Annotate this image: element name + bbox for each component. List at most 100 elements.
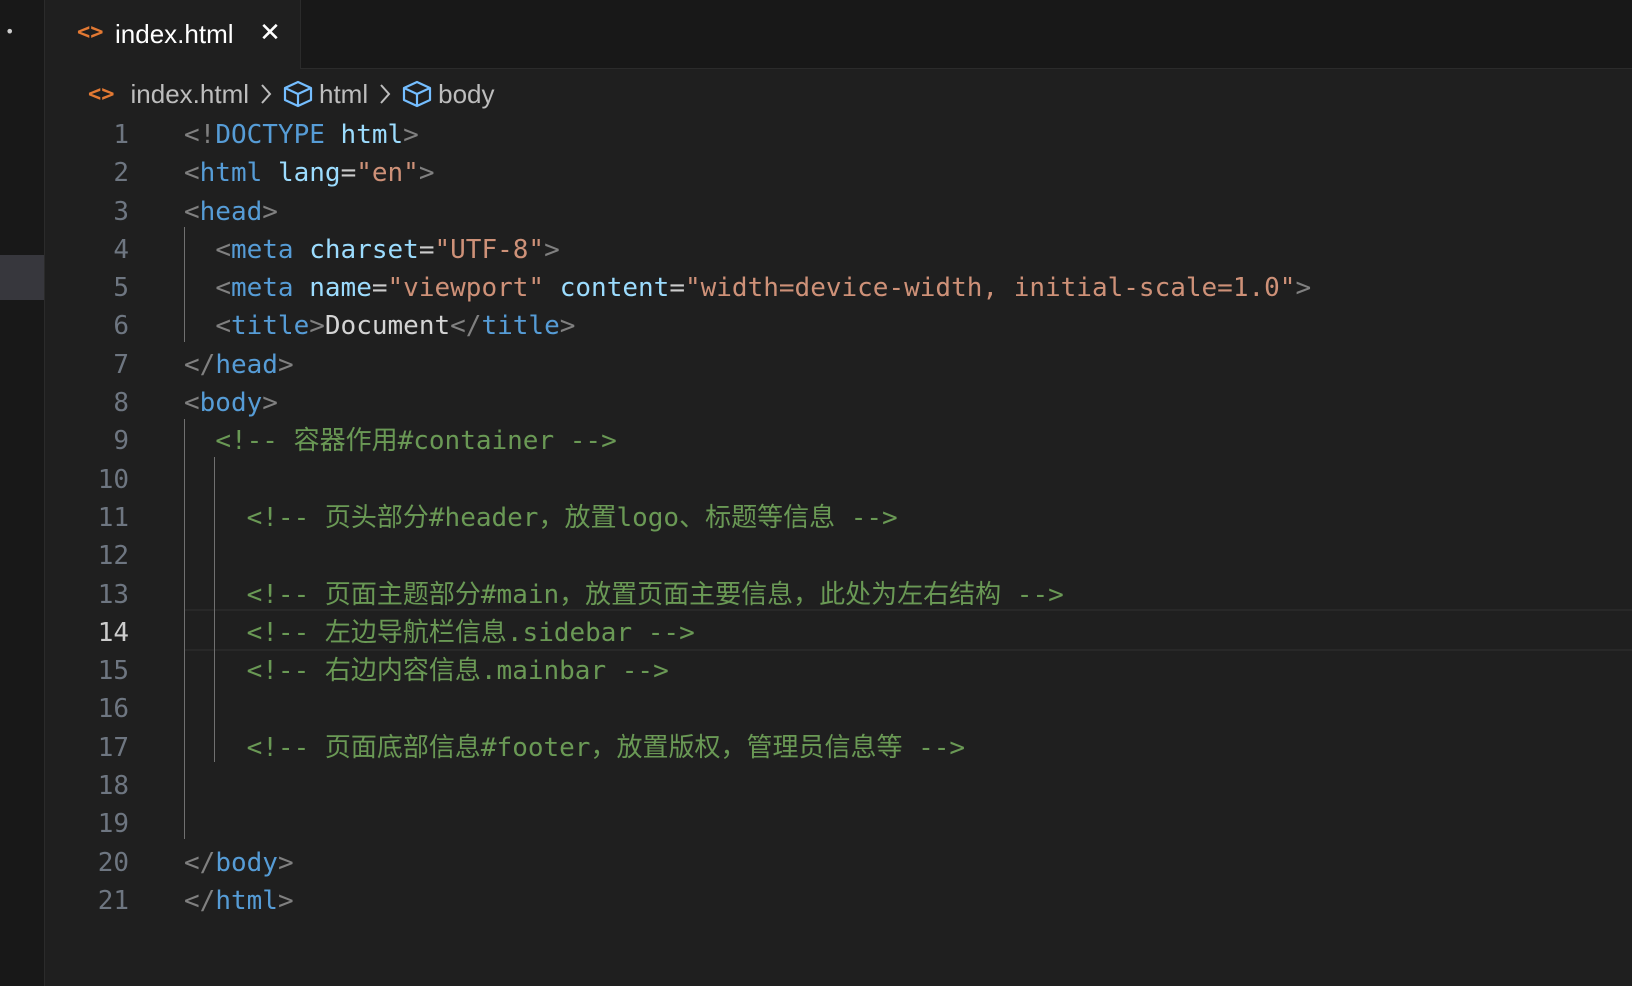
code-line[interactable]: 10 bbox=[45, 461, 1632, 499]
code-line[interactable]: 16 bbox=[45, 690, 1632, 728]
code-token: > bbox=[262, 196, 278, 227]
code-line[interactable]: 18 bbox=[45, 767, 1632, 805]
code-token: > bbox=[559, 311, 576, 342]
code-token: > bbox=[403, 120, 419, 150]
breadcrumb: <> index.html html body bbox=[88, 76, 1632, 112]
code-token: head bbox=[215, 349, 278, 380]
breadcrumb-file-label: index.html bbox=[130, 78, 250, 109]
dot-icon[interactable]: • bbox=[5, 24, 14, 40]
tab-label: index.html bbox=[115, 19, 234, 49]
code-token: "viewport" bbox=[387, 273, 545, 304]
tab-index-html[interactable]: <> index.html ✕ bbox=[45, 0, 301, 69]
code-token: charset bbox=[309, 234, 419, 265]
code-token: > bbox=[1295, 273, 1312, 304]
code-text: <head> bbox=[184, 193, 278, 231]
code-line[interactable]: 5 <meta name="viewport" content="width=d… bbox=[45, 269, 1632, 307]
code-line[interactable]: 14 <!-- 左边导航栏信息.sidebar --> bbox=[45, 614, 1632, 652]
code-token: < bbox=[215, 311, 231, 342]
code-token: title bbox=[230, 311, 310, 342]
code-text: <html lang="en"> bbox=[184, 154, 435, 192]
code-line[interactable]: 19 bbox=[45, 805, 1632, 843]
code-text: <!-- 右边内容信息.mainbar --> bbox=[184, 652, 669, 690]
cube-icon bbox=[402, 80, 432, 108]
code-line[interactable]: 4 <meta charset="UTF-8"> bbox=[45, 231, 1632, 269]
line-number: 12 bbox=[97, 541, 129, 572]
code-token: "UTF-8" bbox=[434, 234, 545, 265]
code-token: <!-- 页头部分#header，放置logo、标题等信息 --> bbox=[246, 502, 898, 533]
code-line[interactable]: 17 <!-- 页面底部信息#footer，放置版权，管理员信息等 --> bbox=[45, 729, 1632, 767]
close-icon[interactable]: ✕ bbox=[257, 16, 283, 50]
code-line[interactable]: 8 <body> bbox=[45, 384, 1632, 422]
line-number: 18 bbox=[97, 771, 129, 802]
code-token: meta bbox=[230, 234, 294, 265]
code-token: > bbox=[277, 847, 294, 878]
line-number: 13 bbox=[97, 579, 129, 610]
line-number: 10 bbox=[97, 464, 129, 495]
code-text: </html> bbox=[184, 882, 294, 920]
code-line[interactable]: 2 <html lang="en"> bbox=[45, 154, 1632, 192]
code-token: title bbox=[481, 311, 560, 342]
code-token: <! bbox=[184, 120, 216, 150]
line-number: 2 bbox=[113, 158, 129, 189]
code-token: head bbox=[199, 196, 263, 227]
code-line[interactable]: 15 <!-- 右边内容信息.mainbar --> bbox=[45, 652, 1632, 690]
code-token: </ bbox=[184, 885, 216, 916]
code-line[interactable]: 3 <head> bbox=[45, 193, 1632, 231]
code-line[interactable]: 9 <!-- 容器作用#container --> bbox=[45, 422, 1632, 460]
code-token: > bbox=[309, 311, 325, 342]
code-text: <!-- 页面主题部分#main，放置页面主要信息，此处为左右结构 --> bbox=[184, 576, 1064, 614]
code-token: > bbox=[277, 885, 294, 916]
code-text: <meta name="viewport" content="width=dev… bbox=[184, 269, 1311, 307]
line-number: 9 bbox=[113, 426, 129, 457]
code-line[interactable]: 13 <!-- 页面主题部分#main，放置页面主要信息，此处为左右结构 --> bbox=[45, 576, 1632, 614]
breadcrumb-item-body[interactable]: body bbox=[402, 78, 495, 110]
breadcrumb-item-label: body bbox=[438, 78, 495, 109]
code-text: <!-- 左边导航栏信息.sidebar --> bbox=[184, 614, 695, 652]
code-line[interactable]: 12 bbox=[45, 537, 1632, 575]
code-text: </head> bbox=[184, 346, 294, 384]
breadcrumb-file[interactable]: <> index.html bbox=[88, 79, 249, 110]
activity-active-indicator[interactable] bbox=[0, 255, 44, 300]
code-token: "width=device-width, initial-scale=1.0" bbox=[684, 273, 1296, 304]
line-number: 15 bbox=[97, 656, 129, 687]
line-number: 4 bbox=[113, 234, 129, 265]
code-token: < bbox=[215, 273, 231, 304]
activity-bar: • bbox=[0, 0, 45, 986]
code-token: html bbox=[215, 885, 278, 916]
code-token: > bbox=[418, 158, 435, 189]
code-line[interactable]: 21 </html> bbox=[45, 882, 1632, 920]
code-line[interactable]: 20 </body> bbox=[45, 844, 1632, 882]
code-line[interactable]: 7 </head> bbox=[45, 346, 1632, 384]
code-line[interactable]: 11 <!-- 页头部分#header，放置logo、标题等信息 --> bbox=[45, 499, 1632, 537]
line-number: 1 bbox=[113, 120, 129, 150]
code-token: < bbox=[215, 234, 231, 265]
line-number: 8 bbox=[113, 388, 129, 419]
code-token: < bbox=[184, 388, 200, 419]
breadcrumb-item-html[interactable]: html bbox=[283, 79, 368, 110]
code-token: = bbox=[418, 234, 435, 265]
code-text: <body> bbox=[184, 384, 278, 422]
code-token: <!-- 左边导航栏信息.sidebar --> bbox=[246, 617, 695, 648]
code-editor[interactable]: 1 <!DOCTYPE html> 2 <html lang="en"> 3 <head>… bbox=[45, 116, 1632, 920]
code-token: < bbox=[184, 196, 200, 227]
code-token: < bbox=[184, 158, 200, 189]
code-line[interactable]: 1 <!DOCTYPE html> bbox=[45, 116, 1632, 154]
code-text: <!-- 页面底部信息#footer，放置版权，管理员信息等 --> bbox=[184, 729, 965, 767]
code-token: > bbox=[262, 388, 278, 419]
line-number: 17 bbox=[97, 732, 129, 763]
code-token: content bbox=[559, 273, 670, 304]
code-token: html bbox=[199, 158, 263, 189]
line-number: 11 bbox=[97, 502, 129, 533]
code-token: </ bbox=[450, 311, 482, 342]
code-line[interactable]: 6 <title>Document</title> bbox=[45, 307, 1632, 345]
